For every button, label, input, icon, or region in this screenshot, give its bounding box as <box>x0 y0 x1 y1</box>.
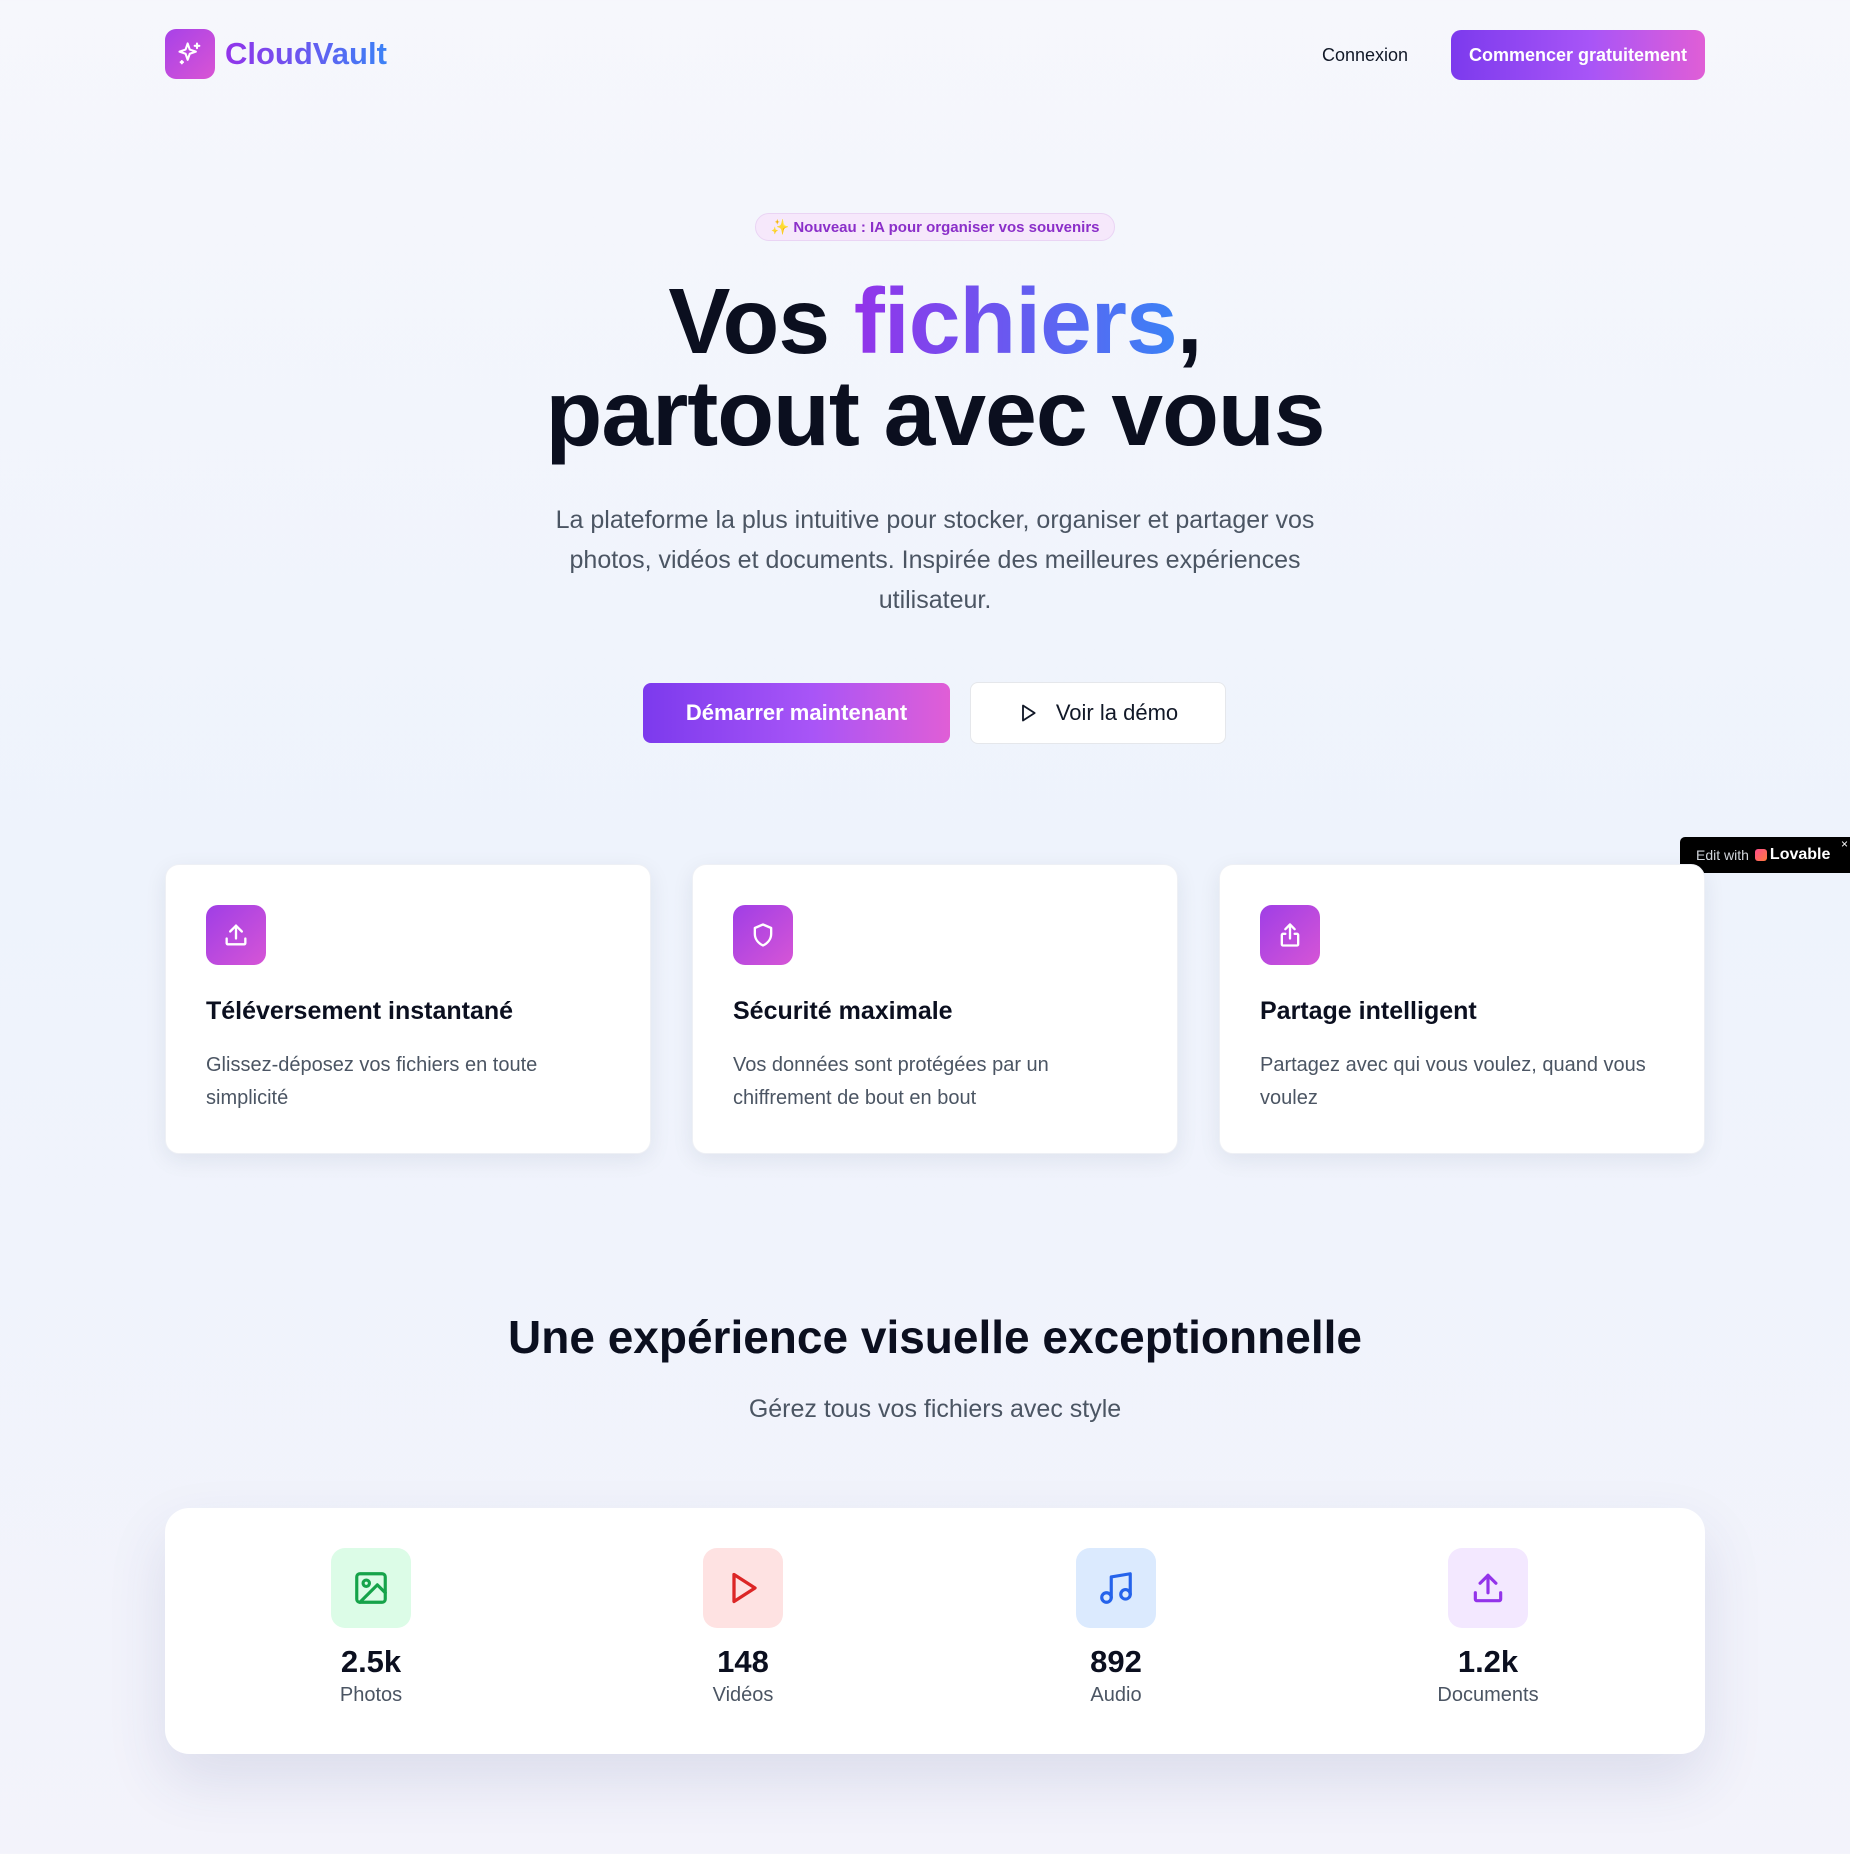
play-icon <box>703 1548 783 1628</box>
close-icon[interactable]: × <box>1841 837 1848 851</box>
lovable-name: Lovable <box>1769 846 1831 863</box>
feature-card-share: Partage intelligent Partagez avec qui vo… <box>1219 864 1705 1154</box>
music-icon <box>1076 1548 1156 1628</box>
login-link[interactable]: Connexion <box>1300 30 1430 80</box>
stat-label: Photos <box>339 1684 403 1706</box>
stat-value: 892 <box>1090 1644 1142 1679</box>
hero-title-line2: partout avec vous <box>545 361 1326 465</box>
hero-title-part1: Vos <box>668 269 854 373</box>
start-free-button[interactable]: Commencer gratuitement <box>1451 30 1705 80</box>
hero-title-comma: , <box>1176 269 1203 373</box>
stat-label: Vidéos <box>712 1684 774 1706</box>
brand-logo[interactable]: CloudVault <box>165 29 387 79</box>
stat-videos[interactable]: 148 Vidéos <box>623 1508 863 1707</box>
stat-audio[interactable]: 892 Audio <box>996 1508 1236 1707</box>
start-now-button[interactable]: Démarrer maintenant <box>643 683 950 743</box>
section-title: Une expérience visuelle exceptionnelle <box>508 1311 1362 1363</box>
hero-title: Vos fichiers, partout avec vous <box>0 275 1850 465</box>
stat-label: Documents <box>1437 1684 1539 1706</box>
brand-name: CloudVault <box>225 36 387 71</box>
feature-card-upload: Téléversement instantané Glissez-déposez… <box>165 864 651 1154</box>
watch-demo-label: Voir la démo <box>1055 700 1179 725</box>
share-icon <box>1260 905 1320 965</box>
stat-label: Audio <box>1090 1684 1142 1706</box>
stat-photos[interactable]: 2.5k Photos <box>251 1508 491 1707</box>
feature-title: Téléversement instantané <box>206 997 514 1025</box>
upload-icon <box>206 905 266 965</box>
hero-subtitle: La plateforme la plus intuitive pour sto… <box>555 506 1315 614</box>
stat-value: 1.2k <box>1457 1644 1519 1679</box>
edit-with-lovable-badge[interactable]: Edit with Lovable × <box>1680 837 1850 873</box>
play-icon <box>1018 703 1038 723</box>
stats-panel: 2.5k Photos 148 Vidéos 892 Audio 1.2k Do… <box>165 1508 1705 1754</box>
stat-documents[interactable]: 1.2k Documents <box>1368 1508 1608 1707</box>
feature-title: Partage intelligent <box>1260 997 1477 1025</box>
watch-demo-button[interactable]: Voir la démo <box>970 682 1226 744</box>
feature-title: Sécurité maximale <box>733 997 953 1025</box>
feature-card-security: Sécurité maximale Vos données sont proté… <box>692 864 1178 1154</box>
shield-icon <box>733 905 793 965</box>
sparkles-icon <box>165 29 215 79</box>
stat-value: 2.5k <box>340 1644 402 1679</box>
section-subtitle: Gérez tous vos fichiers avec style <box>748 1395 1122 1423</box>
upload-icon <box>1448 1548 1528 1628</box>
announcement-badge: ✨ Nouveau : IA pour organiser vos souven… <box>755 213 1115 241</box>
hero-title-highlight: fichiers <box>853 269 1178 373</box>
lovable-heart-icon <box>1754 849 1767 861</box>
feature-description: Vos données sont protégées par un chiffr… <box>733 1054 1049 1109</box>
lovable-prefix: Edit with <box>1696 847 1749 863</box>
image-icon <box>331 1548 411 1628</box>
stat-value: 148 <box>717 1644 769 1679</box>
feature-description: Partagez avec qui vous voulez, quand vou… <box>1260 1054 1646 1109</box>
feature-description: Glissez-déposez vos fichiers en toute si… <box>206 1054 538 1109</box>
